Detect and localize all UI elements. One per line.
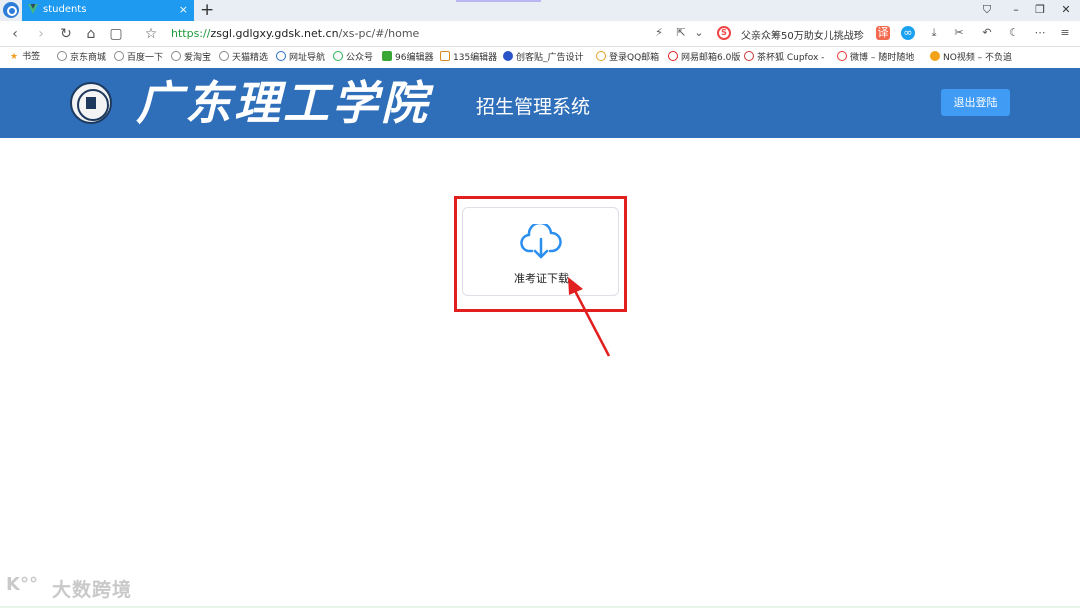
shirt-icon[interactable]: ⛉ <box>977 2 997 18</box>
undo-icon[interactable]: ↶ <box>980 26 994 40</box>
cloud-download-icon <box>520 224 562 259</box>
address-bar: ‹ › ↻ ⌂ ▢ ☆ https://zsgl.gdlgxy.gdsk.net… <box>0 21 1080 47</box>
chevron-down-icon[interactable]: ⌄ <box>692 26 706 40</box>
bookmark-item[interactable]: 天猫精选 <box>219 51 268 65</box>
favorite-star-icon[interactable]: ☆ <box>142 25 160 43</box>
globe-icon <box>114 51 124 61</box>
scissors-icon[interactable]: ✂ <box>952 26 966 40</box>
download-icon[interactable]: ⤓ <box>927 26 941 40</box>
bookmark-item[interactable]: 茶杯狐 Cupfox - <box>744 51 824 65</box>
night-mode-icon[interactable]: ☾ <box>1007 26 1021 40</box>
browser-window: students × + ⛉ – ❐ ✕ ‹ › ↻ ⌂ ▢ ☆ https:/… <box>0 0 1080 608</box>
weibo-icon <box>837 51 847 61</box>
bookmark-item[interactable]: 百度一下 <box>114 51 163 65</box>
editor-135-icon <box>440 51 450 61</box>
reader-icon[interactable]: ▢ <box>107 25 125 43</box>
system-name: 招生管理系统 <box>476 96 591 118</box>
url-field[interactable]: https://zsgl.gdlgxy.gdsk.net.cn/xs-pc/#/… <box>171 27 419 40</box>
restore-icon[interactable]: ❐ <box>1030 2 1050 18</box>
more-icon[interactable]: ⋯ <box>1033 26 1047 40</box>
logout-button[interactable]: 退出登陆 <box>941 89 1010 116</box>
lightning-icon[interactable]: ⚡ <box>652 26 666 40</box>
bookmark-item[interactable]: NO视频 – 不负追 <box>930 51 1012 65</box>
chuangkit-icon <box>503 51 513 61</box>
college-emblem-icon <box>70 82 112 124</box>
watermark-text: 大数跨境 <box>52 579 133 601</box>
bookmark-item[interactable]: 登录QQ邮箱 <box>596 51 659 65</box>
annotation-arrow <box>568 277 611 357</box>
search-box[interactable]: S 父亲众筹50万助女儿挑战珍 <box>716 25 866 43</box>
extension-icon[interactable]: ∞ <box>901 26 915 40</box>
url-path: /xs-pc/#/home <box>338 27 420 40</box>
watermark-logo: K°° <box>6 574 38 595</box>
new-tab-button[interactable]: + <box>200 0 214 21</box>
bookmark-item[interactable]: ★ 书签 <box>10 51 40 64</box>
college-name-logo: 广东理工学院 <box>136 76 430 130</box>
url-domain: zsgl.gdlgxy.gdsk.net.cn <box>210 27 339 40</box>
tab-close-icon[interactable]: × <box>179 3 188 17</box>
tab-title: students <box>43 4 87 15</box>
bookmark-item[interactable]: 96编辑器 <box>382 51 433 65</box>
cupfox-icon <box>744 51 754 61</box>
bookmark-item[interactable]: 微博 – 随时随地 <box>837 51 914 65</box>
share-icon[interactable]: ⇱ <box>674 26 688 40</box>
netease-mail-icon <box>668 51 678 61</box>
tab-students[interactable]: students × <box>22 0 194 21</box>
sogou-search-icon: S <box>717 26 731 40</box>
bookmark-item[interactable]: 135编辑器 <box>440 51 497 65</box>
editor-96-icon <box>382 51 392 61</box>
globe-icon <box>57 51 67 61</box>
home-icon[interactable]: ⌂ <box>82 25 100 43</box>
bookmark-item[interactable]: 创客贴_广告设计 <box>503 51 584 65</box>
bookmark-item[interactable]: 网址导航 <box>276 51 325 65</box>
bookmark-item[interactable]: 爱淘宝 <box>171 51 211 65</box>
vue-favicon-icon <box>28 4 38 14</box>
compass-icon <box>276 51 286 61</box>
menu-icon[interactable]: ≡ <box>1058 26 1072 40</box>
translate-icon[interactable]: 译 <box>876 26 890 40</box>
bookmark-item[interactable]: 网易邮箱6.0版 <box>668 51 740 65</box>
forward-icon[interactable]: › <box>32 25 50 43</box>
wechat-icon <box>333 51 343 61</box>
browser-logo-icon[interactable] <box>3 2 19 18</box>
bookmark-item[interactable]: 京东商城 <box>57 51 106 65</box>
close-window-icon[interactable]: ✕ <box>1056 2 1076 18</box>
tab-strip: students × + ⛉ – ❐ ✕ <box>0 0 1080 21</box>
qq-mail-icon <box>596 51 606 61</box>
back-icon[interactable]: ‹ <box>6 25 24 43</box>
tab-strip-accent <box>456 0 541 2</box>
url-scheme: https:// <box>171 27 211 40</box>
globe-icon <box>171 51 181 61</box>
minimize-icon[interactable]: – <box>1006 2 1026 18</box>
star-icon: ★ <box>10 52 19 62</box>
site-header: 广东理工学院 招生管理系统 退出登陆 <box>0 68 1080 138</box>
bookmarks-bar: ★ 书签 京东商城 百度一下 爱淘宝 天猫精选 网址导航 公众号 96编辑器 13… <box>0 47 1080 68</box>
reload-icon[interactable]: ↻ <box>57 25 75 43</box>
search-icon[interactable]: ⌕ <box>851 26 865 40</box>
bookmark-item[interactable]: 公众号 <box>333 51 373 65</box>
search-suggestion: 父亲众筹50万助女儿挑战珍 <box>741 31 864 42</box>
video-icon <box>930 51 940 61</box>
globe-icon <box>219 51 229 61</box>
